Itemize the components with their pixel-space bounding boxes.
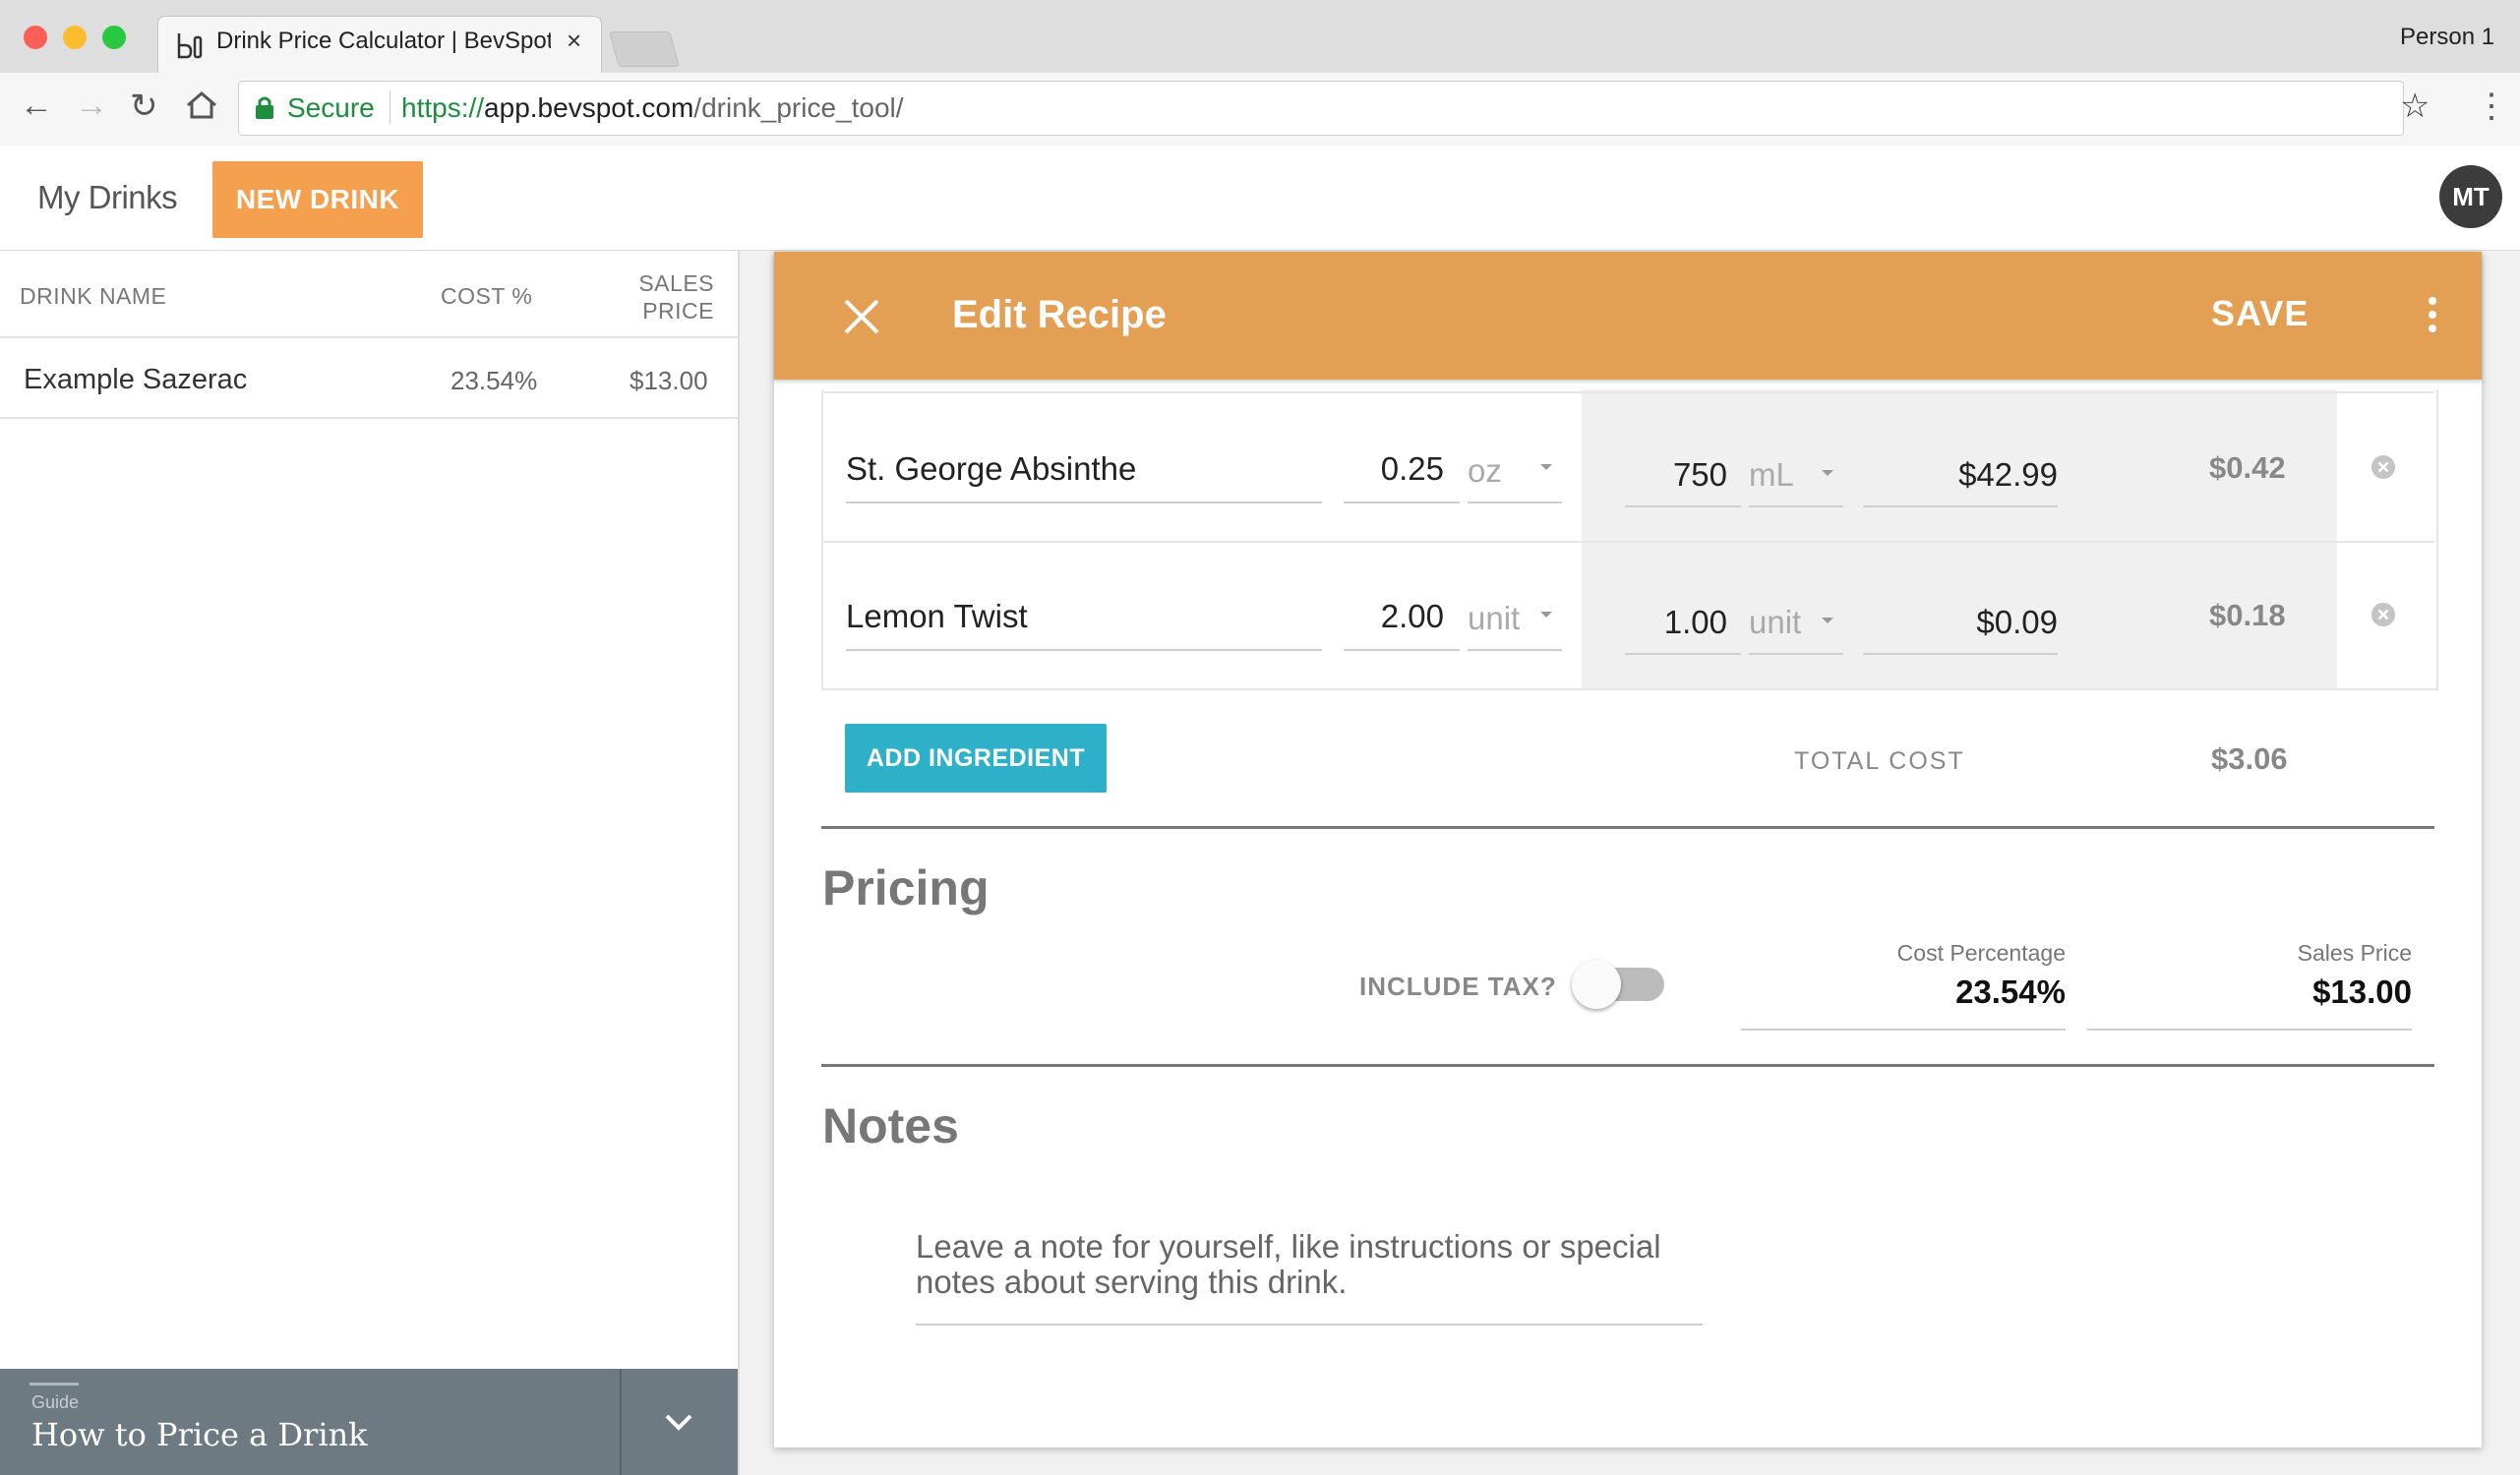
close-icon[interactable] xyxy=(840,295,883,338)
bookmark-star-icon[interactable]: ☆ xyxy=(2400,87,2430,126)
guide-accent-bar xyxy=(30,1383,79,1386)
profile-name[interactable]: Person 1 xyxy=(2400,24,2494,51)
url-host: app.bevspot.com xyxy=(484,92,694,123)
notes-textarea[interactable]: Leave a note for yourself, like instruct… xyxy=(916,1229,1693,1300)
unit-dropdown-caret-icon[interactable] xyxy=(1540,464,1552,470)
ingredient-table-top-line xyxy=(821,391,2434,393)
ingredient-cost: $0.18 xyxy=(2209,598,2286,632)
drinks-list-panel xyxy=(0,251,740,1475)
tab-close-icon[interactable]: × xyxy=(567,26,581,56)
save-button[interactable]: SAVE xyxy=(2211,293,2309,334)
bottle-unit-underline xyxy=(1749,505,1843,507)
notes-underline xyxy=(916,1324,1703,1326)
row-divider xyxy=(0,417,738,419)
cost-percentage-field[interactable]: 23.54% xyxy=(1741,974,2066,1011)
bottle-unit-select[interactable]: mL xyxy=(1749,456,1794,494)
window-close-button[interactable] xyxy=(24,26,47,49)
ingredient-qty-input[interactable]: 0.25 xyxy=(1344,450,1444,488)
bottle-price-input[interactable]: $0.09 xyxy=(1863,604,2058,641)
ingredient-unit-underline xyxy=(1468,502,1562,503)
bevspot-favicon-icon xyxy=(177,33,203,59)
bottle-price-input[interactable]: $42.99 xyxy=(1863,456,2058,494)
bottle-size-input[interactable]: 1.00 xyxy=(1625,604,1727,641)
forward-arrow-icon[interactable]: → xyxy=(75,87,108,125)
ingredient-name-input[interactable]: St. George Absinthe xyxy=(846,450,1136,488)
ingredient-name-underline xyxy=(846,502,1322,503)
avatar[interactable]: MT xyxy=(2439,165,2502,228)
bottle-unit-underline xyxy=(1749,653,1843,655)
cost-percentage-underline xyxy=(1741,1029,2066,1031)
add-ingredient-button[interactable]: ADD INGREDIENT xyxy=(845,724,1107,793)
ingredient-table xyxy=(821,389,2438,690)
secure-label: Secure xyxy=(287,92,375,123)
bottle-size-input[interactable]: 750 xyxy=(1625,456,1727,494)
ingredient-unit-select[interactable]: unit xyxy=(1468,600,1520,637)
unit-dropdown-caret-icon[interactable] xyxy=(1540,612,1552,618)
my-drinks-link[interactable]: My Drinks xyxy=(37,179,178,216)
notes-title: Notes xyxy=(822,1098,959,1153)
url-scheme: https:// xyxy=(401,92,485,123)
guide-label: Guide xyxy=(31,1392,80,1412)
drink-cost-pct-cell: 23.54% xyxy=(450,366,538,395)
sales-price-field[interactable]: $13.00 xyxy=(2087,974,2412,1011)
bottle-price-underline xyxy=(1863,505,2058,507)
browser-menu-icon[interactable]: ⋮ xyxy=(2475,87,2508,126)
guide-title: How to Price a Drink xyxy=(31,1416,368,1453)
ingredient-name-underline xyxy=(846,649,1322,651)
ingredient-cost: $0.42 xyxy=(2209,450,2286,485)
ingredient-qty-input[interactable]: 2.00 xyxy=(1344,598,1444,635)
bottle-unit-caret-icon[interactable] xyxy=(1822,618,1833,623)
bottle-unit-caret-icon[interactable] xyxy=(1822,470,1833,476)
ingredient-name-input[interactable]: Lemon Twist xyxy=(846,598,1028,635)
include-tax-toggle[interactable] xyxy=(1572,960,1621,1009)
total-cost-label: TOTAL COST xyxy=(1794,747,1965,775)
drink-name-cell: Example Sazerac xyxy=(24,364,248,395)
new-drink-button[interactable]: NEW DRINK xyxy=(212,161,423,238)
drink-sales-price-cell: $13.00 xyxy=(630,366,708,395)
ingredient-qty-underline xyxy=(1344,649,1460,651)
sales-price-underline xyxy=(2087,1029,2412,1031)
cost-percentage-label: Cost Percentage xyxy=(1896,940,2066,966)
edit-recipe-title: Edit Recipe xyxy=(952,293,1167,336)
tab-title: Drink Price Calculator | BevSpot xyxy=(216,28,551,54)
include-tax-label: INCLUDE TAX? xyxy=(1359,972,1557,1001)
reload-icon[interactable]: ↻ xyxy=(130,87,158,126)
pricing-divider xyxy=(821,826,2434,829)
chevron-down-icon[interactable] xyxy=(657,1400,700,1444)
column-header-drink-name[interactable]: DRINK NAME xyxy=(20,283,166,310)
column-header-cost-pct[interactable]: COST % xyxy=(441,283,532,310)
remove-ingredient-icon[interactable] xyxy=(2370,454,2396,480)
guide-divider xyxy=(620,1369,622,1475)
new-tab-button[interactable] xyxy=(609,31,680,67)
total-cost-value: $3.06 xyxy=(2211,741,2288,776)
window-minimize-button[interactable] xyxy=(63,26,87,49)
sales-price-label: Sales Price xyxy=(2297,940,2412,966)
url-text[interactable]: https://app.bevspot.com/drink_price_tool… xyxy=(401,92,904,124)
home-icon[interactable] xyxy=(185,90,218,120)
bottle-price-underline xyxy=(1863,653,2058,655)
notes-divider xyxy=(821,1064,2434,1067)
bottle-size-underline xyxy=(1625,505,1741,507)
more-options-icon[interactable] xyxy=(2428,295,2437,334)
pricing-title: Pricing xyxy=(822,860,990,915)
ingredient-unit-select[interactable]: oz xyxy=(1468,452,1502,490)
ingredient-row-divider xyxy=(821,541,2434,543)
bottle-size-underline xyxy=(1625,653,1741,655)
window-maximize-button[interactable] xyxy=(102,26,126,49)
column-header-sales-price[interactable]: SALES PRICE xyxy=(610,269,714,324)
bottle-unit-select[interactable]: unit xyxy=(1749,604,1801,641)
url-path: /drink_price_tool/ xyxy=(693,92,904,123)
back-arrow-icon[interactable]: ← xyxy=(20,87,53,125)
remove-ingredient-icon[interactable] xyxy=(2370,602,2396,627)
ingredient-qty-underline xyxy=(1344,502,1460,503)
ingredient-unit-underline xyxy=(1468,649,1562,651)
lock-icon xyxy=(256,96,273,119)
